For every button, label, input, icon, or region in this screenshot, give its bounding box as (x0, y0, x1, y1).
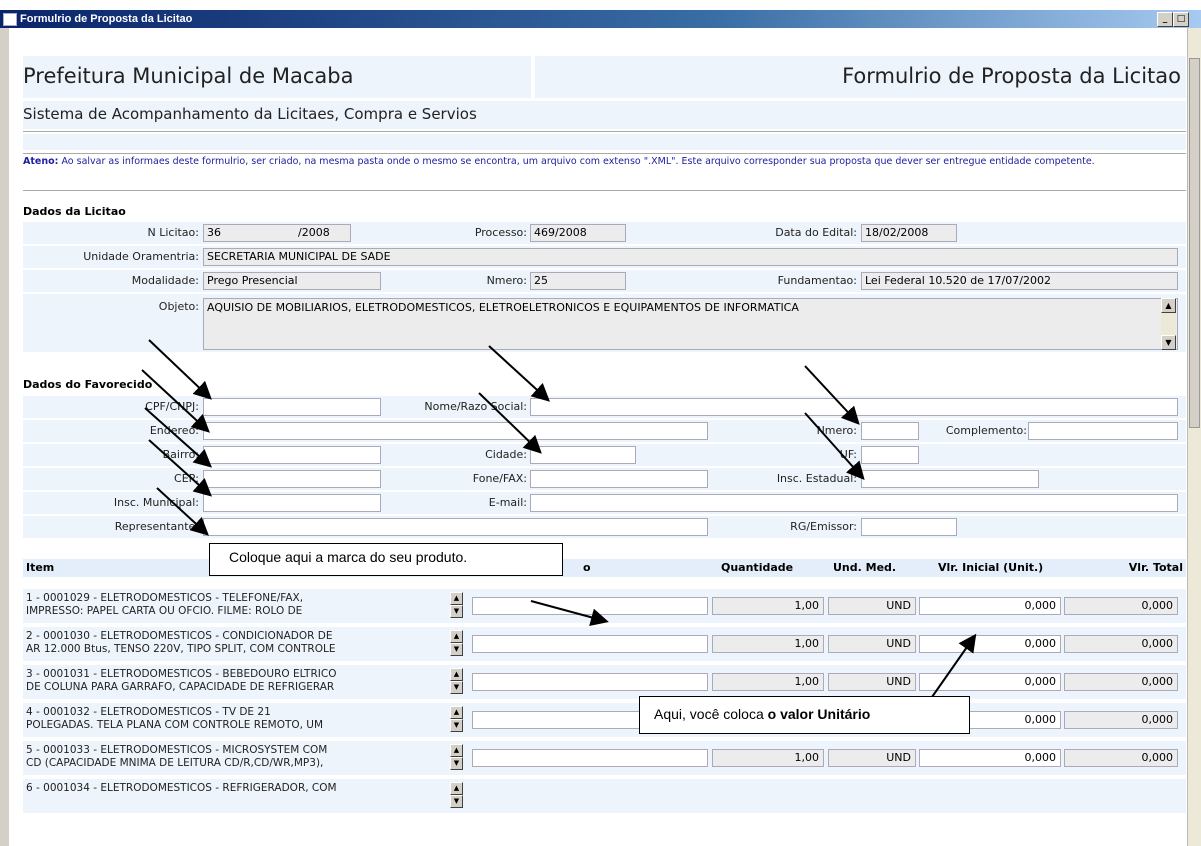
window-title: Formulrio de Proposta da Licitao (20, 13, 193, 25)
minimize-button[interactable]: _ (1157, 12, 1173, 27)
window-frame-left (0, 28, 9, 846)
scrollbar-thumb[interactable] (1189, 58, 1200, 428)
callout-valor-prefix: Aqui, você coloca (654, 706, 768, 722)
maximize-button[interactable]: □ (1173, 12, 1189, 27)
window-vertical-scrollbar[interactable] (1187, 28, 1201, 846)
arrows-group (141, 339, 977, 698)
top-strip (0, 0, 1201, 10)
callout-valor-unitario: Aqui, você coloca o valor Unitário (639, 696, 970, 734)
form-content: Prefeitura Municipal de Macaba Formulrio… (9, 28, 1186, 846)
window-titlebar: Formulrio de Proposta da Licitao _ □ (0, 10, 1201, 28)
callout-valor-bold: o valor Unitário (767, 706, 871, 722)
app-icon (3, 13, 17, 26)
callout-marca: Coloque aqui a marca do seu produto. (209, 543, 563, 576)
annotation-arrows (141, 339, 977, 698)
